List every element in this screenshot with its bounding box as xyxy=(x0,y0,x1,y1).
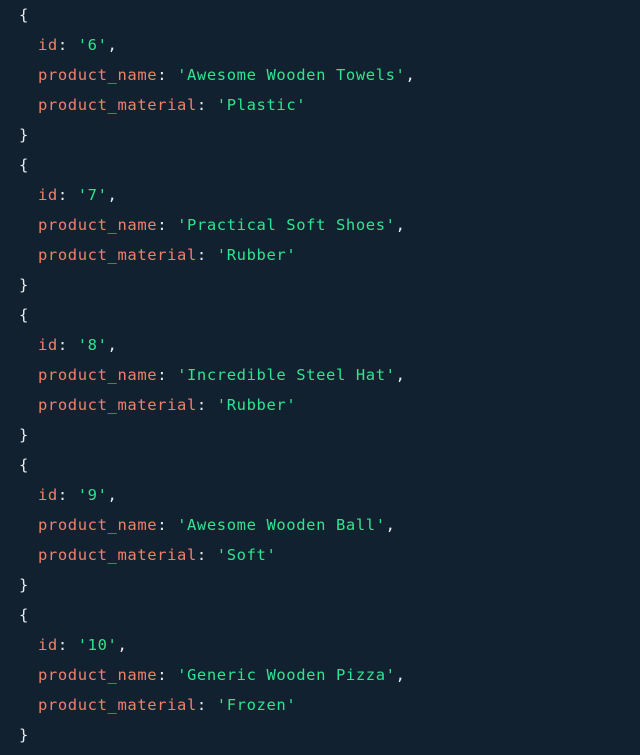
document-record: { id: '10', product_name: 'Generic Woode… xyxy=(19,600,415,750)
close-brace-text: } xyxy=(19,426,29,444)
field-product-name: product_name: 'Generic Wooden Pizza', xyxy=(19,660,415,690)
field-id: id: '7', xyxy=(19,180,415,210)
field-id: id: '6', xyxy=(19,30,415,60)
key-separator: : xyxy=(57,336,78,354)
open-brace-text: { xyxy=(19,6,29,24)
field-value: 'Practical Soft Shoes' xyxy=(177,216,396,234)
field-value: '10' xyxy=(77,636,118,654)
key-separator: : xyxy=(196,396,217,414)
field-value: 'Awesome Wooden Ball' xyxy=(177,516,386,534)
field-product-material: product_material: 'Soft' xyxy=(19,540,415,570)
open-brace: { xyxy=(19,450,415,480)
field-product-material: product_material: 'Rubber' xyxy=(19,240,415,270)
close-brace-text: } xyxy=(19,726,29,744)
comma: , xyxy=(117,636,128,654)
field-key: id xyxy=(38,336,58,354)
close-brace: } xyxy=(19,270,415,300)
close-brace-text: } xyxy=(19,126,29,144)
field-product-name: product_name: 'Practical Soft Shoes', xyxy=(19,210,415,240)
field-product-material: product_material: 'Plastic' xyxy=(19,90,415,120)
comma: , xyxy=(107,36,118,54)
field-key: product_name xyxy=(38,66,158,84)
key-separator: : xyxy=(157,66,178,84)
field-key: product_material xyxy=(38,246,197,264)
key-separator: : xyxy=(57,636,78,654)
field-value: 'Rubber' xyxy=(216,246,297,264)
close-brace: } xyxy=(19,120,415,150)
field-key: product_material xyxy=(38,696,197,714)
comma: , xyxy=(107,486,118,504)
field-key: product_name xyxy=(38,666,158,684)
open-brace: { xyxy=(19,0,415,30)
comma: , xyxy=(405,66,416,84)
comma: , xyxy=(395,666,406,684)
open-brace-text: { xyxy=(19,606,29,624)
key-separator: : xyxy=(157,666,178,684)
field-key: product_material xyxy=(38,546,197,564)
field-value: '8' xyxy=(77,336,108,354)
close-brace: } xyxy=(19,570,415,600)
code-output-panel: { id: '6', product_name: 'Awesome Wooden… xyxy=(0,0,640,755)
field-value: 'Soft' xyxy=(216,546,277,564)
key-separator: : xyxy=(57,36,78,54)
key-separator: : xyxy=(157,216,178,234)
record-list: { id: '6', product_name: 'Awesome Wooden… xyxy=(19,0,415,750)
comma: , xyxy=(385,516,396,534)
field-value: 'Incredible Steel Hat' xyxy=(177,366,396,384)
comma: , xyxy=(107,186,118,204)
field-key: product_name xyxy=(38,366,158,384)
field-key: product_material xyxy=(38,96,197,114)
field-value: 'Generic Wooden Pizza' xyxy=(177,666,396,684)
open-brace: { xyxy=(19,150,415,180)
field-key: id xyxy=(38,636,58,654)
key-separator: : xyxy=(196,546,217,564)
field-key: id xyxy=(38,186,58,204)
comma: , xyxy=(395,216,406,234)
field-key: product_name xyxy=(38,216,158,234)
key-separator: : xyxy=(196,96,217,114)
field-value: 'Plastic' xyxy=(216,96,307,114)
field-product-name: product_name: 'Incredible Steel Hat', xyxy=(19,360,415,390)
comma: , xyxy=(107,336,118,354)
open-brace-text: { xyxy=(19,306,29,324)
key-separator: : xyxy=(196,696,217,714)
open-brace-text: { xyxy=(19,456,29,474)
close-brace: } xyxy=(19,720,415,750)
field-key: product_material xyxy=(38,396,197,414)
key-separator: : xyxy=(157,366,178,384)
close-brace-text: } xyxy=(19,276,29,294)
field-product-name: product_name: 'Awesome Wooden Ball', xyxy=(19,510,415,540)
open-brace: { xyxy=(19,300,415,330)
key-separator: : xyxy=(57,186,78,204)
field-key: id xyxy=(38,486,58,504)
field-value: '7' xyxy=(77,186,108,204)
field-value: 'Rubber' xyxy=(216,396,297,414)
field-value: 'Awesome Wooden Towels' xyxy=(177,66,406,84)
open-brace: { xyxy=(19,600,415,630)
field-id: id: '10', xyxy=(19,630,415,660)
open-brace-text: { xyxy=(19,156,29,174)
close-brace: } xyxy=(19,420,415,450)
document-record: { id: '6', product_name: 'Awesome Wooden… xyxy=(19,0,415,150)
field-key: id xyxy=(38,36,58,54)
field-product-name: product_name: 'Awesome Wooden Towels', xyxy=(19,60,415,90)
close-brace-text: } xyxy=(19,576,29,594)
field-product-material: product_material: 'Rubber' xyxy=(19,390,415,420)
comma: , xyxy=(395,366,406,384)
document-record: { id: '7', product_name: 'Practical Soft… xyxy=(19,150,415,300)
field-product-material: product_material: 'Frozen' xyxy=(19,690,415,720)
field-id: id: '8', xyxy=(19,330,415,360)
field-id: id: '9', xyxy=(19,480,415,510)
document-record: { id: '8', product_name: 'Incredible Ste… xyxy=(19,300,415,450)
field-value: 'Frozen' xyxy=(216,696,297,714)
key-separator: : xyxy=(157,516,178,534)
field-key: product_name xyxy=(38,516,158,534)
key-separator: : xyxy=(57,486,78,504)
field-value: '6' xyxy=(77,36,108,54)
key-separator: : xyxy=(196,246,217,264)
document-record: { id: '9', product_name: 'Awesome Wooden… xyxy=(19,450,415,600)
field-value: '9' xyxy=(77,486,108,504)
